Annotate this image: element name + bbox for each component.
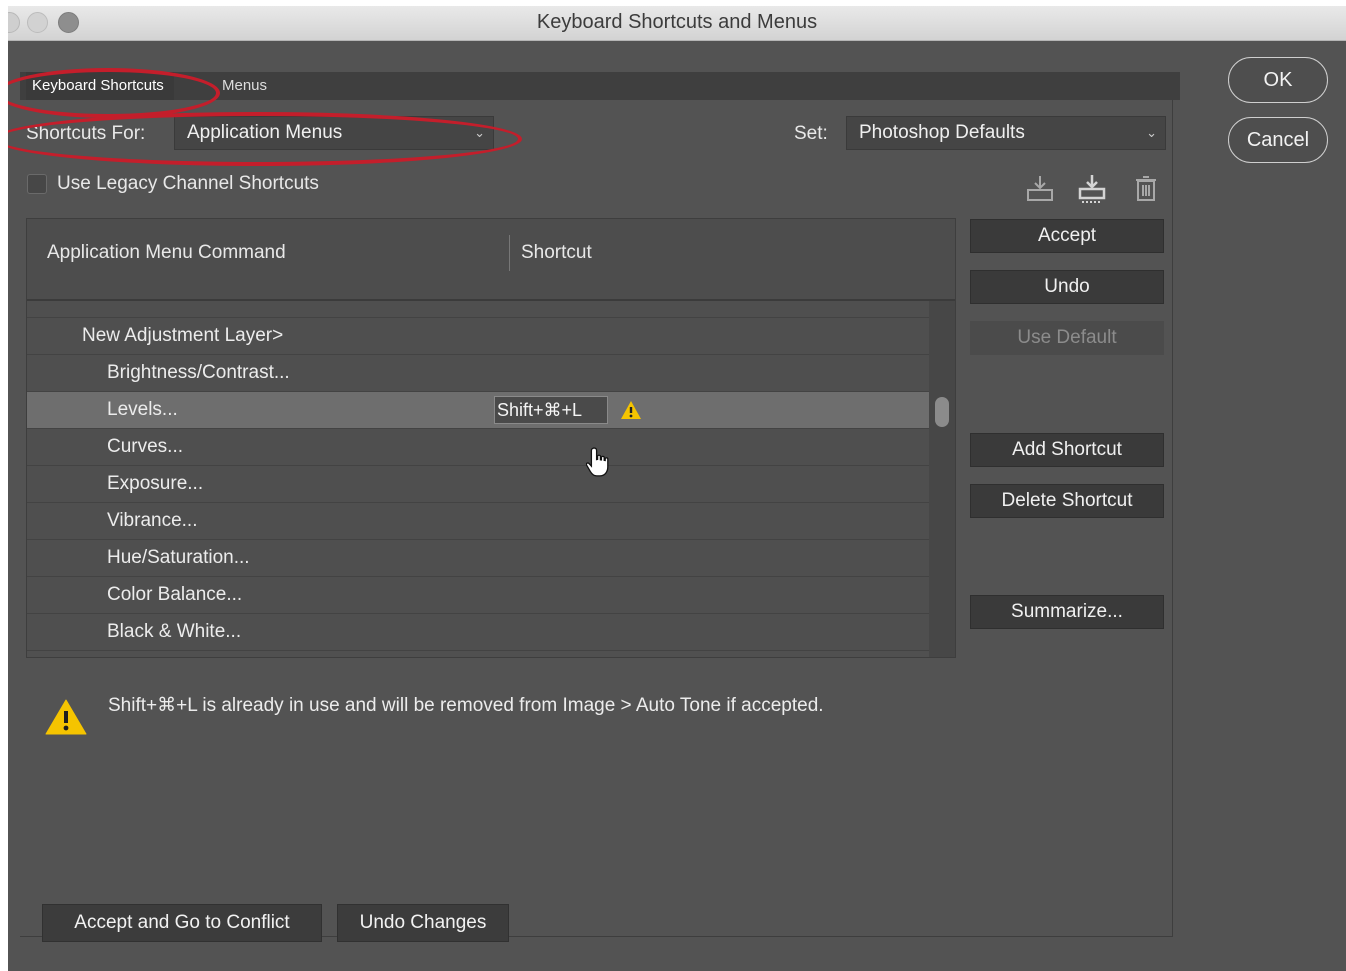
shortcuts-for-label: Shortcuts For: (26, 123, 146, 144)
table-row[interactable]: Curves... (27, 429, 929, 466)
chevron-down-icon: ⌄ (474, 125, 485, 140)
undo-button[interactable]: Undo (970, 270, 1164, 304)
table-row-selected[interactable]: Levels... Shift+⌘+L (27, 392, 929, 429)
legacy-channel-label: Use Legacy Channel Shortcuts (57, 173, 319, 194)
undo-changes-button[interactable]: Undo Changes (337, 904, 509, 942)
table-header: Application Menu Command Shortcut (27, 219, 955, 301)
delete-set-icon[interactable] (1130, 172, 1162, 204)
table-row[interactable]: Exposure... (27, 466, 929, 503)
table-row[interactable]: Color Balance... (27, 577, 929, 614)
command-label: Hue/Saturation... (107, 547, 250, 568)
set-select[interactable]: Photoshop Defaults ⌄ (846, 116, 1166, 150)
hand-pointer-icon (586, 447, 609, 477)
column-header-command[interactable]: Application Menu Command (47, 242, 286, 264)
tab-strip: Keyboard Shortcuts Menus (20, 72, 1180, 100)
command-label: Vibrance... (107, 510, 198, 531)
use-default-button: Use Default (970, 321, 1164, 355)
set-value: Photoshop Defaults (859, 122, 1025, 143)
warning-icon (45, 699, 87, 735)
shortcut-input[interactable]: Shift+⌘+L (494, 396, 608, 424)
table-scrollbar[interactable] (929, 301, 955, 657)
set-label: Set: (794, 123, 828, 144)
cancel-button[interactable]: Cancel (1228, 117, 1328, 163)
save-set-as-icon[interactable] (1076, 172, 1108, 204)
tab-menus[interactable]: Menus (222, 72, 267, 100)
table-row[interactable]: Black & White... (27, 614, 929, 651)
add-shortcut-button[interactable]: Add Shortcut (970, 433, 1164, 467)
command-label: Color Balance... (107, 584, 243, 605)
chevron-down-icon: ⌄ (1146, 125, 1157, 140)
shortcuts-for-value: Application Menus (187, 122, 343, 143)
accept-go-to-conflict-button[interactable]: Accept and Go to Conflict (42, 904, 322, 942)
command-label: Black & White... (107, 621, 242, 642)
table-body: New Adjustment Layer> Brightness/Contras… (27, 301, 929, 657)
delete-shortcut-button[interactable]: Delete Shortcut (970, 484, 1164, 518)
column-header-shortcut[interactable]: Shortcut (521, 242, 592, 264)
shortcuts-dialog: Keyboard Shortcuts and Menus Keyboard Sh… (8, 6, 1346, 971)
shortcuts-table: Application Menu Command Shortcut New Ad… (26, 218, 956, 658)
table-row[interactable]: Vibrance... (27, 503, 929, 540)
warning-icon (621, 401, 641, 419)
command-label: Brightness/Contrast... (107, 362, 290, 383)
table-row[interactable]: Hue/Saturation... (27, 540, 929, 577)
shortcuts-for-select[interactable]: Application Menus ⌄ (174, 116, 494, 150)
panel-divider (1172, 100, 1173, 936)
window-title: Keyboard Shortcuts and Menus (536, 11, 818, 33)
tab-keyboard-shortcuts[interactable]: Keyboard Shortcuts (26, 72, 174, 100)
summarize-button[interactable]: Summarize... (970, 595, 1164, 629)
command-label: Curves... (107, 436, 184, 457)
table-row[interactable]: New Adjustment Layer> (27, 318, 929, 355)
scrollbar-thumb[interactable] (935, 397, 949, 427)
table-row[interactable]: Brightness/Contrast... (27, 355, 929, 392)
ok-button[interactable]: OK (1228, 57, 1328, 103)
legacy-channel-checkbox[interactable] (27, 174, 47, 194)
table-row[interactable] (27, 301, 929, 318)
column-divider (509, 235, 510, 271)
conflict-warning-text: Shift+⌘+L is already in use and will be … (108, 695, 824, 716)
command-label: Levels... (107, 399, 178, 420)
command-label: Exposure... (107, 473, 204, 494)
accept-button[interactable]: Accept (970, 219, 1164, 253)
command-label: New Adjustment Layer> (82, 325, 284, 346)
title-bar: Keyboard Shortcuts and Menus (8, 6, 1346, 41)
save-set-icon[interactable] (1024, 172, 1056, 204)
